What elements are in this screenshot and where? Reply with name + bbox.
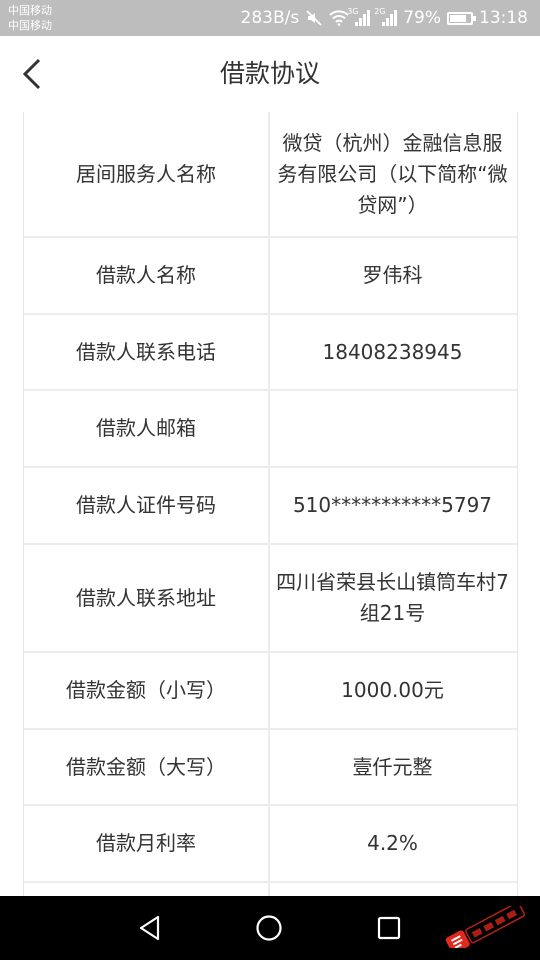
table-row: 借款人名称 罗伟科 [24,238,517,315]
battery-fill [450,14,466,22]
table-row: 借款人联系电话 18408238945 [24,315,517,391]
status-bar: 中国移动 中国移动 283B/s 3G 2G 79% 13:18 [0,0,540,36]
row-label: 借款人邮箱 [24,391,270,466]
signal-2g-icon: 2G [374,7,398,26]
table-row [24,883,517,896]
row-label: 借款人联系地址 [24,545,270,651]
table-row: 借款月利率 4.2% [24,806,517,883]
battery-percent: 79% [403,8,441,28]
row-label: 借款人证件号码 [24,468,270,543]
table-row: 借款人联系地址 四川省荣县长山镇筒车村7组21号 [24,545,517,653]
row-value: 四川省荣县长山镇筒车村7组21号 [276,570,509,625]
network-speed: 283B/s [240,8,300,28]
row-value [270,391,515,466]
carrier-names: 中国移动 中国移动 [8,3,52,33]
triangle-back-icon [139,915,160,941]
table-row: 居间服务人名称 微贷（杭州）金融信息服务有限公司（以下简称“微贷网”） [24,112,517,238]
row-value: 510***********5797 [292,493,493,517]
row-label: 借款金额（小写） [24,653,270,728]
circle-home-icon [256,915,282,941]
signal-3g-icon: 3G [347,7,371,26]
row-value: 壹仟元整 [352,754,433,779]
agreement-table: 居间服务人名称 微贷（杭州）金融信息服务有限公司（以下简称“微贷网”） 借款人名… [23,112,518,896]
clock: 13:18 [479,8,528,28]
table-row: 借款金额（小写） 1000.00元 [24,653,517,730]
nav-home-button[interactable] [253,912,285,944]
table-row: 借款人证件号码 510***********5797 [24,468,517,545]
row-label [24,883,270,896]
signal-3g-tag: 3G [347,7,359,16]
mute-icon [305,9,323,27]
table-row: 借款人邮箱 [24,391,517,468]
watermark-logo [445,906,526,948]
row-value: 18408238945 [322,339,463,364]
row-value: 4.2% [367,831,418,855]
carrier-2: 中国移动 [8,19,52,32]
row-label: 借款人联系电话 [24,315,270,389]
page-title: 借款协议 [219,59,320,88]
row-label: 借款人名称 [24,238,270,313]
nav-recents-button[interactable] [373,912,405,944]
status-indicators: 283B/s 3G 2G 79% 13:18 [241,0,529,36]
row-value [270,883,515,896]
nav-back-button[interactable] [134,912,166,944]
signal-2g-tag: 2G [374,7,386,16]
carrier-1: 中国移动 [8,4,52,17]
row-value: 1000.00元 [341,678,444,702]
wifi-icon [329,10,349,26]
row-label: 借款金额（大写） [24,730,270,804]
row-label: 居间服务人名称 [24,112,270,236]
square-recents-icon [377,916,401,940]
row-value: 微贷（杭州）金融信息服务有限公司（以下简称“微贷网”） [277,130,508,217]
battery-icon [447,11,476,25]
row-label: 借款月利率 [24,806,270,881]
app-header: 借款协议 [0,36,540,112]
row-value: 罗伟科 [362,263,423,287]
agreement-content[interactable]: 居间服务人名称 微贷（杭州）金融信息服务有限公司（以下简称“微贷网”） 借款人名… [0,112,540,896]
table-row: 借款金额（大写） 壹仟元整 [24,730,517,806]
